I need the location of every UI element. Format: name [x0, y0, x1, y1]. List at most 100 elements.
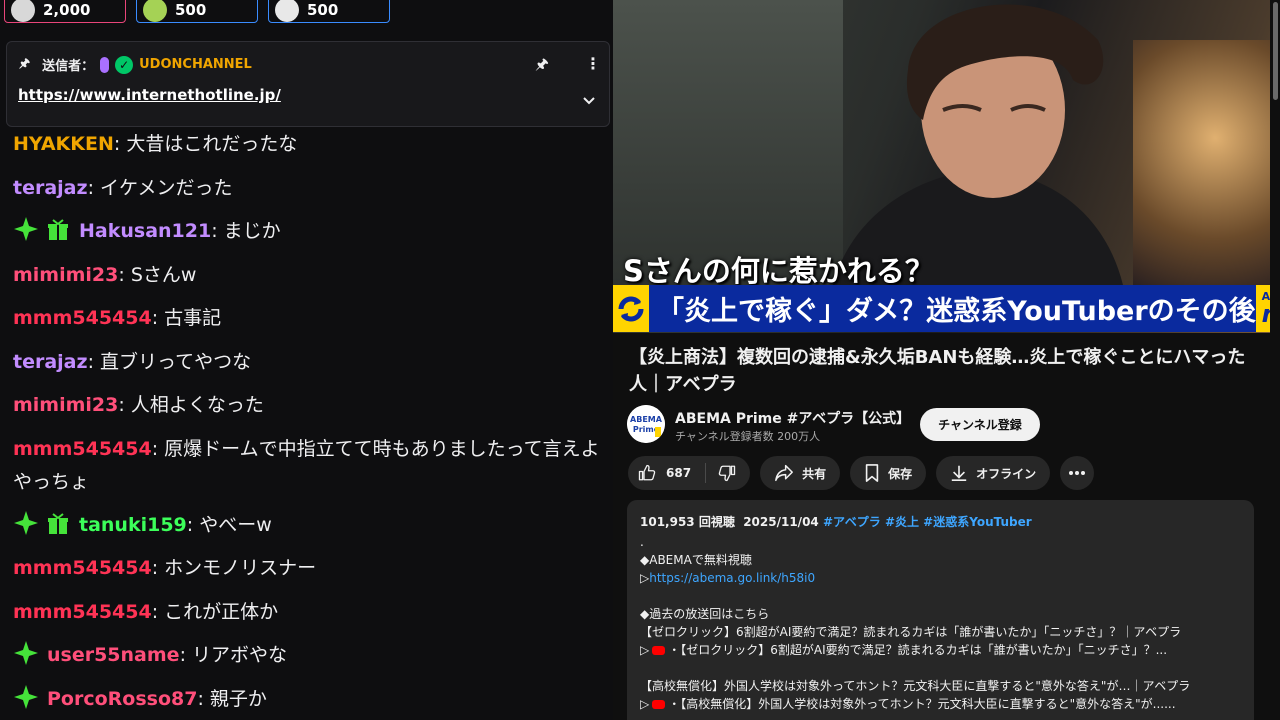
- leaderboard-item[interactable]: 500: [268, 0, 390, 23]
- chat-message[interactable]: PorcoRosso87: 親子か: [13, 683, 603, 720]
- chat-text: これが正体か: [164, 600, 279, 623]
- gift-icon: [48, 219, 68, 240]
- hashtags[interactable]: #アベプラ #炎上 #迷惑系YouTuber: [823, 515, 1032, 529]
- chat-text: ホンモノリスナー: [164, 557, 317, 579]
- chat-text: 親子か: [209, 687, 267, 710]
- chat-username[interactable]: mmm545454: [13, 438, 152, 460]
- channel-avatar[interactable]: ABEMA Prime: [627, 405, 665, 443]
- chat-message[interactable]: terajaz: イケメンだった: [13, 172, 603, 216]
- save-button[interactable]: 保存: [850, 456, 927, 490]
- like-count: 687: [666, 466, 692, 480]
- chat-message[interactable]: mimimi23: 人相よくなった: [13, 389, 603, 433]
- like-button[interactable]: 687: [628, 463, 707, 483]
- description-dot: .: [640, 535, 644, 549]
- more-vertical-icon[interactable]: ⋮: [585, 54, 601, 73]
- channel-row: ABEMA Prime ABEMA Prime #アベプラ【公式】 チャンネル登録…: [627, 405, 1257, 445]
- chat-message[interactable]: terajaz: 直ブリってやつな: [13, 346, 603, 390]
- thumbs-up-icon: [638, 464, 656, 481]
- more-horizontal-icon: [1069, 471, 1086, 475]
- svg-text:ABEMA: ABEMA: [630, 415, 663, 424]
- youtube-panel: Sさんの何に惹かれる？ 「炎上で稼ぐ」ダメ？迷惑系YouTuberのその後 AB…: [613, 0, 1280, 720]
- ticker-text: 「炎上で稼ぐ」ダメ？迷惑系YouTuberのその後: [657, 296, 1256, 327]
- description-meta: 101,953 回視聴 2025/11/04 #アベプラ #炎上 #迷惑系You…: [640, 513, 1241, 531]
- chevron-down-icon[interactable]: [581, 92, 597, 108]
- description-line: 【ゼロクリック】6割超がAI要約で満足？読まれるカギは「誰が書いたか」「ニッチさ…: [640, 625, 1182, 639]
- chat-username[interactable]: terajaz: [13, 177, 88, 199]
- pin-icon[interactable]: 🖈: [535, 54, 549, 79]
- video-subtitle: Sさんの何に惹かれる？: [623, 254, 934, 288]
- sparkle-icon: [14, 217, 38, 241]
- chat-username[interactable]: PorcoRosso87: [47, 688, 197, 710]
- video-title: 【炎上商法】複数回の逮捕&永久垢BANも経験…炎上で稼ぐことにハマった人｜アベプ…: [629, 347, 1246, 395]
- pinned-link[interactable]: https://www.internethotline.jp/: [18, 86, 281, 104]
- pin-icon: 🖈: [19, 56, 31, 70]
- sparkle-icon: [14, 641, 38, 665]
- video-player[interactable]: Sさんの何に惹かれる？ 「炎上で稼ぐ」ダメ？迷惑系YouTuberのその後 AB…: [613, 0, 1270, 333]
- chat-message[interactable]: mmm545454: ホンモノリスナー: [13, 552, 603, 596]
- chat-message[interactable]: HYAKKEN: 大昔はこれだったな: [13, 128, 603, 172]
- chat-message[interactable]: Hakusan121: まじか: [13, 215, 603, 259]
- video-person: [833, 4, 1123, 285]
- chat-username[interactable]: mmm545454: [13, 601, 152, 623]
- video-link[interactable]: ・【ゼロクリック】6割超がAI要約で満足？読まれるカギは「誰が書いたか」「ニッチ…: [668, 643, 1167, 657]
- pinned-message: 🖈 送信者： ✓ UDONCHANNEL https://www.interne…: [6, 41, 610, 127]
- description-link-line[interactable]: ▷ ・【高校無償化】外国人学校は対象外ってホント？元文科大臣に直撃すると"意外な答…: [640, 695, 1241, 713]
- channel-name[interactable]: ABEMA Prime #アベプラ【公式】: [675, 408, 910, 428]
- chat-text: やべーw: [199, 513, 272, 536]
- leaderboard-value: 2,000: [43, 0, 91, 19]
- link-prefix: ▷: [640, 697, 650, 711]
- share-button[interactable]: 共有: [760, 456, 841, 490]
- chat-username[interactable]: terajaz: [13, 351, 88, 373]
- gift-icon: [48, 512, 68, 534]
- dislike-button[interactable]: [706, 464, 750, 482]
- scrollbar-thumb[interactable]: [1273, 2, 1278, 100]
- chat-username[interactable]: HYAKKEN: [13, 133, 114, 155]
- chat-message[interactable]: mmm545454: これが正体か: [13, 596, 603, 640]
- chat-message[interactable]: mmm545454: 原爆ドームで中指立てて時もありましたって言えよやっちょ: [13, 433, 603, 509]
- more-actions-button[interactable]: [1060, 456, 1095, 490]
- sender-name[interactable]: UDONCHANNEL: [139, 57, 252, 72]
- video-description[interactable]: 101,953 回視聴 2025/11/04 #アベプラ #炎上 #迷惑系You…: [627, 500, 1254, 720]
- leaderboard-value: 500: [175, 0, 207, 19]
- share-icon: [775, 464, 793, 482]
- abema-link[interactable]: https://abema.go.link/h58i0: [649, 571, 815, 585]
- video-background: [613, 0, 843, 285]
- leaderboard-item[interactable]: 500: [136, 0, 258, 23]
- video-link[interactable]: ・【高校無償化】外国人学校は対象外ってホント？元文科大臣に直撃すると"意外な答え…: [668, 697, 1175, 711]
- subscribe-button[interactable]: チャンネル登録: [920, 408, 1040, 441]
- description-link-line[interactable]: ▷ ・【ゼロクリック】6割超がAI要約で満足？読まれるカギは「誰が書いたか」「ニッ…: [640, 641, 1241, 659]
- bookmark-icon: [865, 464, 879, 482]
- chat-message[interactable]: tanuki159: やべーw: [13, 509, 603, 553]
- save-label: 保存: [888, 466, 913, 481]
- chat-username[interactable]: mimimi23: [13, 264, 118, 286]
- chat-username[interactable]: user55name: [47, 644, 180, 666]
- like-dislike-group: 687: [628, 456, 751, 490]
- avatar: [11, 0, 35, 22]
- chat-username[interactable]: tanuki159: [79, 514, 187, 536]
- chat-message[interactable]: mmm545454: 古事記: [13, 302, 603, 346]
- chat-text: Sさんw: [130, 263, 197, 286]
- chat-message[interactable]: user55name: リアボやな: [13, 639, 603, 683]
- subscriber-count: チャンネル登録者数 200万人: [675, 430, 821, 443]
- chat-text: 大昔はこれだったな: [126, 133, 298, 155]
- description-line: ◆過去の放送回はこちら: [640, 607, 770, 621]
- chat-username[interactable]: mmm545454: [13, 307, 152, 329]
- chat-text: まじか: [223, 220, 281, 242]
- page-scrollbar[interactable]: [1270, 0, 1280, 720]
- chat-text: 直ブリってやつな: [100, 350, 252, 373]
- chat-message-list: HYAKKEN: 大昔はこれだったな terajaz: イケメンだった Haku…: [13, 128, 603, 720]
- chat-panel: 2,000 500 500 🖈 送信者： ✓ UDONCHANNEL https…: [0, 0, 613, 720]
- refresh-icon: [613, 285, 649, 332]
- chat-username[interactable]: Hakusan121: [79, 220, 211, 242]
- description-link-line: ▷https://abema.go.link/h58i0: [640, 569, 1241, 587]
- chat-username[interactable]: mimimi23: [13, 394, 118, 416]
- leaderboard-item[interactable]: 2,000: [4, 0, 126, 23]
- link-prefix: ▷: [640, 643, 650, 657]
- offline-button[interactable]: オフライン: [936, 456, 1051, 490]
- pinned-header: 🖈 送信者： ✓ UDONCHANNEL: [19, 54, 252, 75]
- chat-text: 古事記: [164, 307, 222, 329]
- chat-username[interactable]: mmm545454: [13, 557, 152, 579]
- chat-message[interactable]: mimimi23: Sさんw: [13, 259, 603, 303]
- logo-line2: news: [1262, 302, 1270, 326]
- action-bar: 687 共有 保存 オフライン: [628, 456, 1095, 490]
